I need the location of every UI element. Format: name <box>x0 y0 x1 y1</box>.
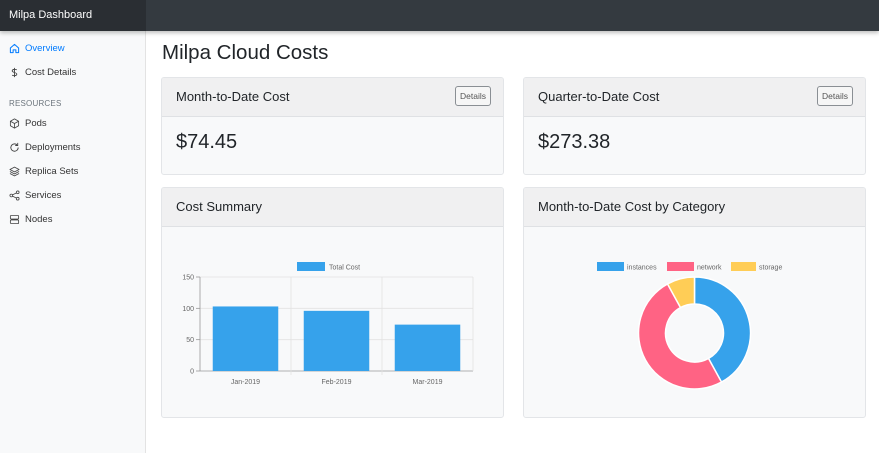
sidebar-item-nodes[interactable]: Nodes <box>0 208 145 230</box>
legend-label: network <box>697 265 722 272</box>
x-tick-label: Mar-2019 <box>413 379 443 386</box>
legend-label: instances <box>627 265 657 272</box>
legend-label: storage <box>759 265 782 272</box>
refresh-icon <box>9 142 20 153</box>
legend-label: Total Cost <box>329 265 360 272</box>
share-icon <box>9 190 20 201</box>
x-tick-label: Feb-2019 <box>322 379 352 386</box>
bar-feb-2019 <box>303 310 370 371</box>
y-tick-label: 150 <box>182 275 194 282</box>
server-icon <box>9 214 20 225</box>
sidebar-item-label: Nodes <box>25 213 53 225</box>
y-tick-label: 100 <box>182 306 194 313</box>
chart-legend: Total Cost <box>297 262 360 272</box>
legend-swatch <box>597 262 624 271</box>
sidebar: Overview Cost Details RESOURCES Pods Dep… <box>0 31 146 453</box>
bar-mar-2019 <box>394 324 461 371</box>
dollar-icon <box>9 67 20 78</box>
legend-swatch <box>667 262 694 271</box>
sidebar-item-label: Cost Details <box>25 66 77 78</box>
card-header: Month-to-Date Cost Details <box>162 78 503 117</box>
sidebar-item-replica-sets[interactable]: Replica Sets <box>0 160 145 182</box>
legend-swatch <box>297 262 325 271</box>
sidebar-item-label: Pods <box>25 117 47 129</box>
card-title: Month-to-Date Cost <box>176 89 290 104</box>
cost-summary-bar-chart: Total Cost 0 50 100 150 Jan-2019 Feb-2019 Mar-2… <box>182 262 474 386</box>
sidebar-item-label: Deployments <box>25 141 81 153</box>
chart-legend: instances network storage <box>597 262 782 272</box>
cube-icon <box>9 118 20 129</box>
sidebar-item-deployments[interactable]: Deployments <box>0 136 145 158</box>
details-button[interactable]: Details <box>817 86 853 106</box>
y-tick-label: 50 <box>186 337 194 344</box>
sidebar-item-label: Services <box>25 189 62 201</box>
brand-title[interactable]: Milpa Dashboard <box>0 0 146 31</box>
category-donut-chart: instances network storage <box>597 262 782 390</box>
qtd-cost-card: Quarter-to-Date Cost Details $273.38 <box>523 77 866 175</box>
page-title: Milpa Cloud Costs <box>162 41 329 64</box>
mtd-cost-value: $74.45 <box>176 131 238 153</box>
cost-summary-card: Cost Summary Total Cost 0 50 100 150 Jan-2019… <box>161 187 504 418</box>
x-tick-label: Jan-2019 <box>231 379 260 386</box>
mtd-cost-card: Month-to-Date Cost Details $74.45 <box>161 77 504 175</box>
layers-icon <box>9 166 20 177</box>
card-title: Quarter-to-Date Cost <box>538 89 660 104</box>
resources-heading: RESOURCES <box>9 99 62 108</box>
sidebar-item-label: Replica Sets <box>25 165 79 177</box>
details-button[interactable]: Details <box>455 86 491 106</box>
legend-swatch <box>731 262 756 271</box>
bar-jan-2019 <box>212 306 279 371</box>
category-cost-card: Month-to-Date Cost by Category instances… <box>523 187 866 418</box>
home-icon <box>9 43 20 54</box>
sidebar-item-overview[interactable]: Overview <box>0 37 145 59</box>
sidebar-item-label: Overview <box>25 42 65 54</box>
qtd-cost-value: $273.38 <box>538 131 611 153</box>
top-navbar: Milpa Dashboard <box>0 0 879 31</box>
sidebar-item-pods[interactable]: Pods <box>0 112 145 134</box>
sidebar-item-services[interactable]: Services <box>0 184 145 206</box>
y-tick-label: 0 <box>190 369 194 376</box>
card-header: Quarter-to-Date Cost Details <box>524 78 865 117</box>
sidebar-item-cost-details[interactable]: Cost Details <box>0 61 145 83</box>
